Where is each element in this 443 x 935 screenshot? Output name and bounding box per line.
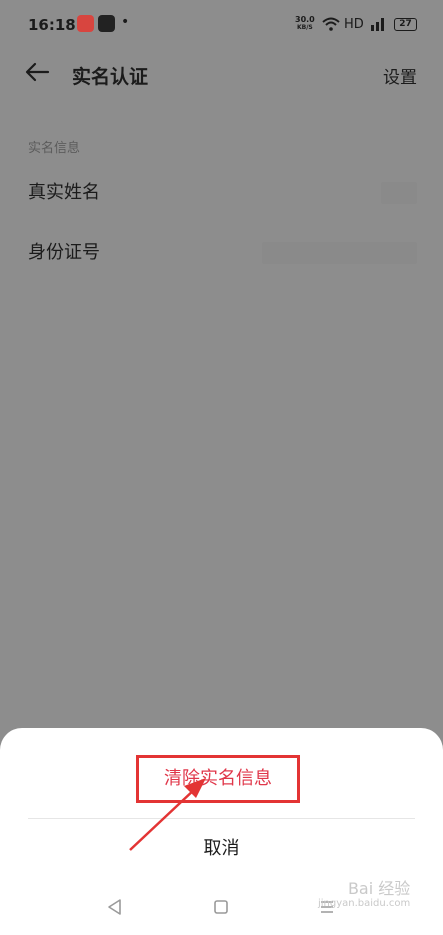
annotation-arrow-icon: [129, 778, 206, 851]
watermark: Bai 经验 jingyan.baidu.com: [318, 879, 411, 910]
